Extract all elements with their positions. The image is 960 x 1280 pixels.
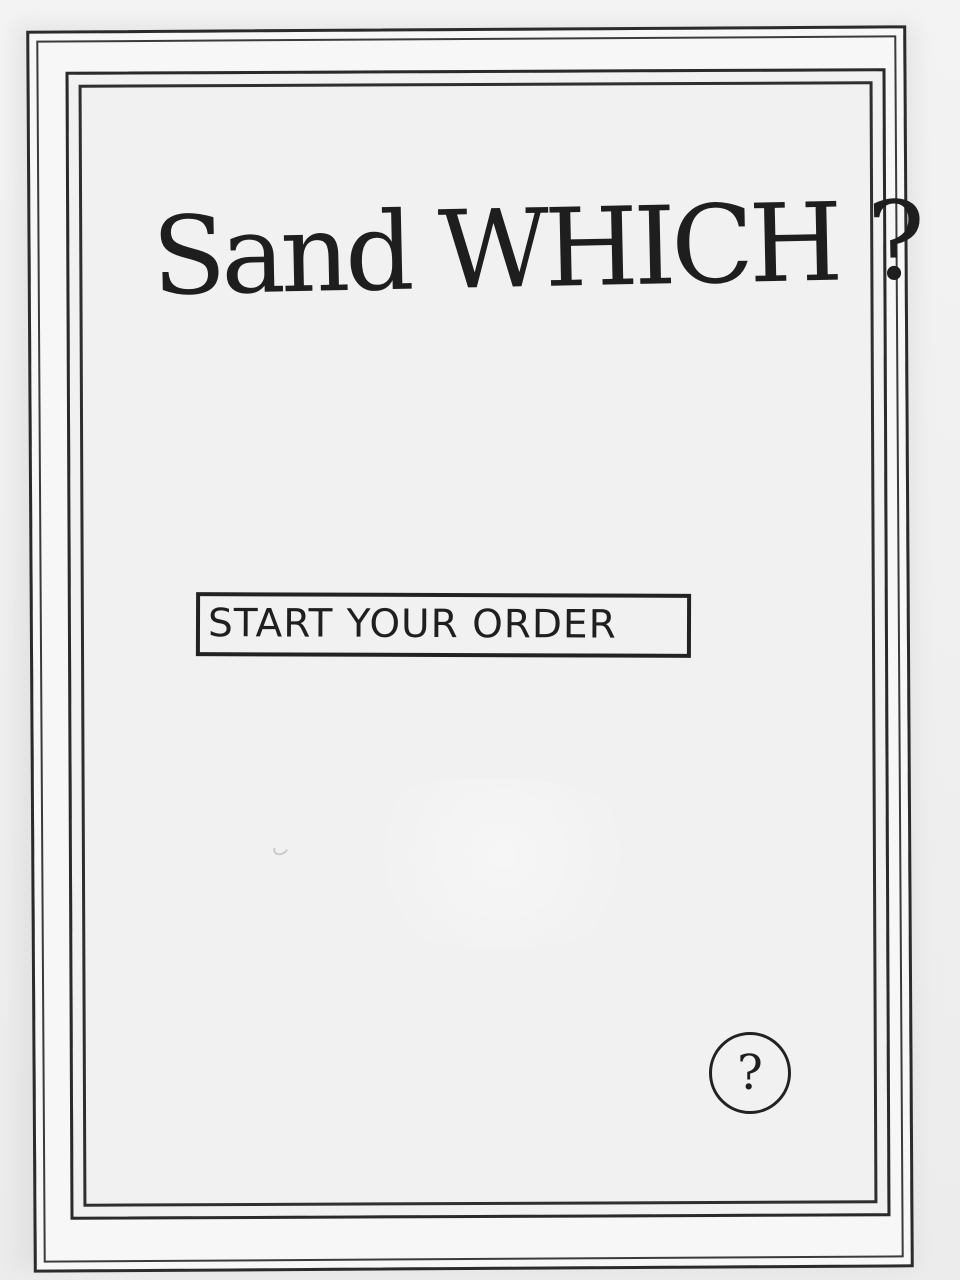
question-mark-circle-icon[interactable]: ? <box>709 1032 791 1114</box>
pen-mark <box>271 840 291 858</box>
start-order-button[interactable]: START YOUR ORDER <box>195 592 692 658</box>
paper-smudge <box>341 777 663 949</box>
app-title: Sand WHICH ? <box>150 178 922 321</box>
paper-prototype-stage: Sand WHICH ? START YOUR ORDER ? <box>0 0 960 1280</box>
